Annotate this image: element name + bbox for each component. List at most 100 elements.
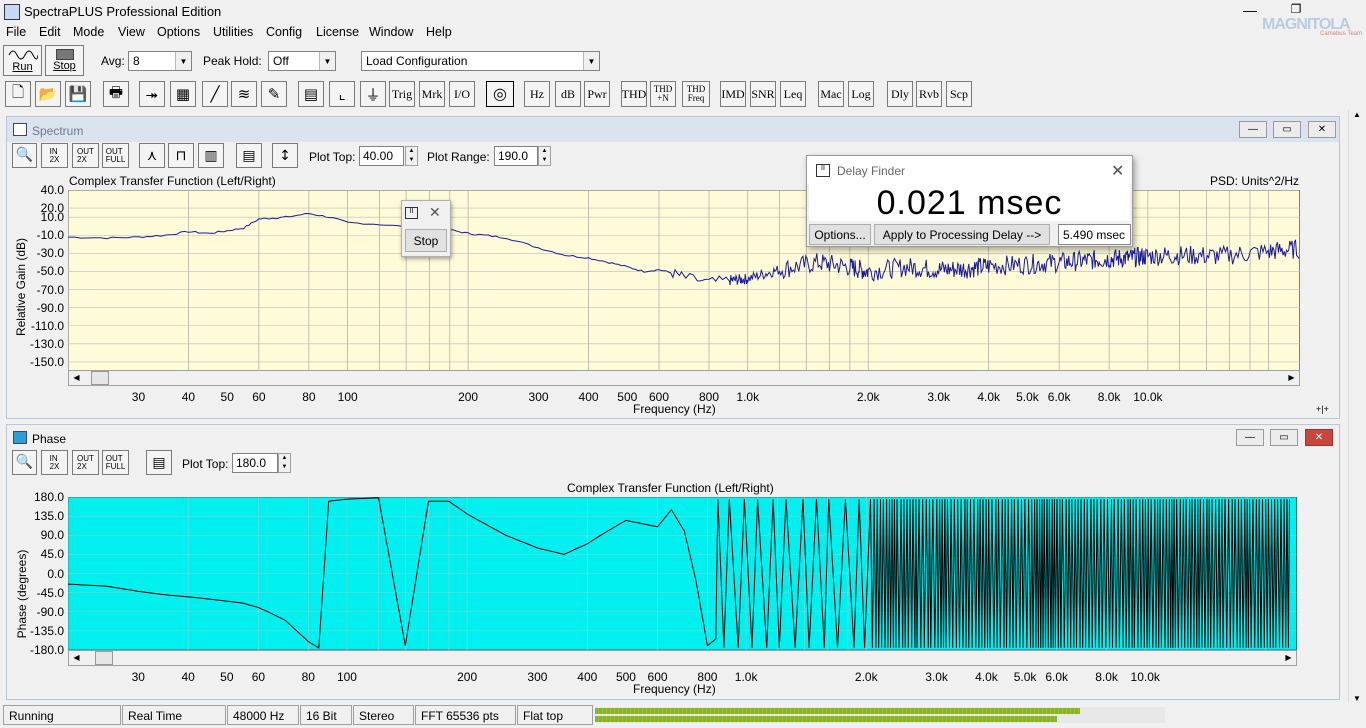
plot-range-input[interactable]: 190.0 [494, 146, 538, 166]
close-icon[interactable]: ✕ [429, 204, 441, 221]
menu-view[interactable]: View [118, 25, 145, 39]
spectrogram-icon: ≋ [237, 85, 251, 103]
app-icon [4, 4, 20, 20]
menu-help[interactable]: Help [426, 25, 452, 39]
rvb-button[interactable]: Rvb [916, 81, 942, 107]
menu-file[interactable]: File [6, 25, 26, 39]
app-vertical-scrollbar[interactable]: ▲ ▼ [1348, 110, 1365, 703]
zoom-out-full-button[interactable]: OUT FULL [102, 450, 129, 475]
options-button[interactable]: Options... [809, 224, 871, 245]
pwr-button[interactable]: Pwr [584, 81, 610, 107]
recorder-button[interactable]: ⯮ [139, 81, 165, 107]
maximize-button[interactable]: ▭ [1273, 121, 1301, 138]
close-button[interactable]: ✕ [1308, 121, 1336, 138]
close-button[interactable]: ✕ [1305, 429, 1333, 446]
menu-window[interactable]: Window [369, 25, 413, 39]
mrk-button[interactable]: Mrk [419, 81, 445, 107]
log-button[interactable]: Log [848, 81, 874, 107]
generator-button[interactable]: ╱ [202, 81, 228, 107]
print-button[interactable]: 🖶 [103, 81, 129, 107]
thd-plusn-button[interactable]: THD +N [650, 81, 676, 107]
scroll-right-icon[interactable]: ▶ [1281, 651, 1296, 665]
config-select[interactable]: Load Configuration ▼ [361, 51, 600, 71]
zoom-in-2x-button[interactable]: IN 2X [41, 143, 68, 168]
x-tick-label: 4.0k [975, 670, 998, 684]
spectrum-scrollbar[interactable]: ◀ ▶ [68, 370, 1300, 386]
chart-button[interactable]: ⌞ [329, 81, 355, 107]
trig-button[interactable]: Trig [389, 81, 415, 107]
phase-plot-top-spinner[interactable]: ▲ ▼ [278, 453, 291, 473]
menu-options[interactable]: Options [157, 25, 200, 39]
minimize-icon[interactable]: — [1240, 2, 1260, 20]
i-o-button[interactable]: I/O [449, 81, 475, 107]
status-running: Running [3, 705, 121, 725]
snr-button[interactable]: SNR [750, 81, 776, 107]
step-view-button[interactable]: ⊓ [168, 143, 194, 168]
hz-button[interactable]: Hz [524, 81, 550, 107]
scp-button[interactable]: Scp [946, 81, 972, 107]
settings-panel-button[interactable]: ▤ [236, 143, 262, 168]
sine-wave-button[interactable]: ◎ [486, 81, 514, 107]
minimize-button[interactable]: — [1239, 121, 1267, 138]
popup-stop-button[interactable]: Stop [405, 229, 447, 252]
minimize-button[interactable]: — [1236, 429, 1264, 446]
maximize-button[interactable]: ▭ [1270, 429, 1298, 446]
menu-license[interactable]: License [316, 25, 359, 39]
y-tick-label: 135.0 [33, 509, 64, 524]
y-tick-label: 40.0 [40, 183, 64, 197]
scroll-thumb[interactable] [95, 651, 113, 665]
peak-view-button[interactable]: ⋏ [139, 143, 165, 168]
apply-delay-button[interactable]: Apply to Processing Delay --> [874, 224, 1050, 245]
thd-freq-button[interactable]: THD Freq [682, 81, 710, 107]
y-tick-label: -150.0 [29, 354, 64, 369]
generator-icon: ╱ [210, 85, 220, 103]
run-button[interactable]: Run [3, 45, 42, 76]
dly-button[interactable]: Dly [887, 81, 913, 107]
zoom-out-2x-button[interactable]: OUT 2X [72, 143, 99, 168]
scroll-left-icon[interactable]: ◀ [69, 371, 84, 385]
save-button[interactable]: 💾 [65, 81, 91, 107]
menu-config[interactable]: Config [266, 25, 302, 39]
settings-panel-button[interactable]: ▤ [146, 450, 172, 475]
phase-plot-top-input[interactable]: 180.0 [232, 453, 278, 473]
scroll-left-icon[interactable]: ◀ [69, 651, 84, 665]
peak-hold-select[interactable]: Off ▼ [268, 51, 336, 71]
analyzer-button[interactable]: ▦ [170, 81, 196, 107]
scroll-down-icon[interactable]: ▼ [1349, 694, 1365, 703]
spectrogram-button[interactable]: ≋ [231, 81, 257, 107]
settings-panel-icon: ▤ [242, 147, 256, 164]
scroll-right-icon[interactable]: ▶ [1284, 371, 1299, 385]
zoom-button[interactable]: 🔍 [12, 143, 37, 168]
bar-view-button[interactable]: ▥ [198, 143, 224, 168]
bell-button[interactable]: ⏚ [360, 81, 386, 107]
scroll-up-icon[interactable]: ▲ [1349, 110, 1365, 119]
plot-top-spinner[interactable]: ▲ ▼ [405, 146, 418, 166]
plot-range-spinner[interactable]: ▲ ▼ [538, 146, 551, 166]
leq-button[interactable]: Leq [780, 81, 806, 107]
avg-select[interactable]: 8 ▼ [128, 51, 192, 71]
menu-mode[interactable]: Mode [73, 25, 104, 39]
phase-plot[interactable] [68, 497, 1297, 650]
vertical-scale-button[interactable]: ↕ [272, 143, 298, 168]
report-button[interactable]: ✎ [261, 81, 287, 107]
phase-scrollbar[interactable]: ◀ ▶ [68, 650, 1297, 666]
menu-edit[interactable]: Edit [39, 25, 61, 39]
open-folder-button[interactable]: 📂 [35, 81, 61, 107]
zoom-out-full-button[interactable]: OUT FULL [102, 143, 129, 168]
zoom-button[interactable]: 🔍 [12, 450, 37, 475]
close-icon[interactable]: ✕ [1111, 161, 1124, 181]
zoom-out-2x-button[interactable]: OUT 2X [72, 450, 99, 475]
overlay-button[interactable]: ▤ [298, 81, 324, 107]
y-tick-label: 90.0 [40, 528, 64, 543]
stop-button[interactable]: Stop [45, 45, 84, 76]
zoom-in-2x-button[interactable]: IN 2X [41, 450, 68, 475]
db-button[interactable]: dB [555, 81, 581, 107]
menu-utilities[interactable]: Utilities [213, 25, 253, 39]
expand-handle[interactable]: +|+ [1316, 404, 1329, 414]
thd-button[interactable]: THD [621, 81, 647, 107]
mac-button[interactable]: Mac [818, 81, 844, 107]
scroll-thumb[interactable] [91, 371, 109, 385]
imd-button[interactable]: IMD [720, 81, 746, 107]
plot-top-input[interactable]: 40.00 [359, 146, 404, 166]
new-file-button[interactable]: 🗋 [5, 81, 31, 107]
